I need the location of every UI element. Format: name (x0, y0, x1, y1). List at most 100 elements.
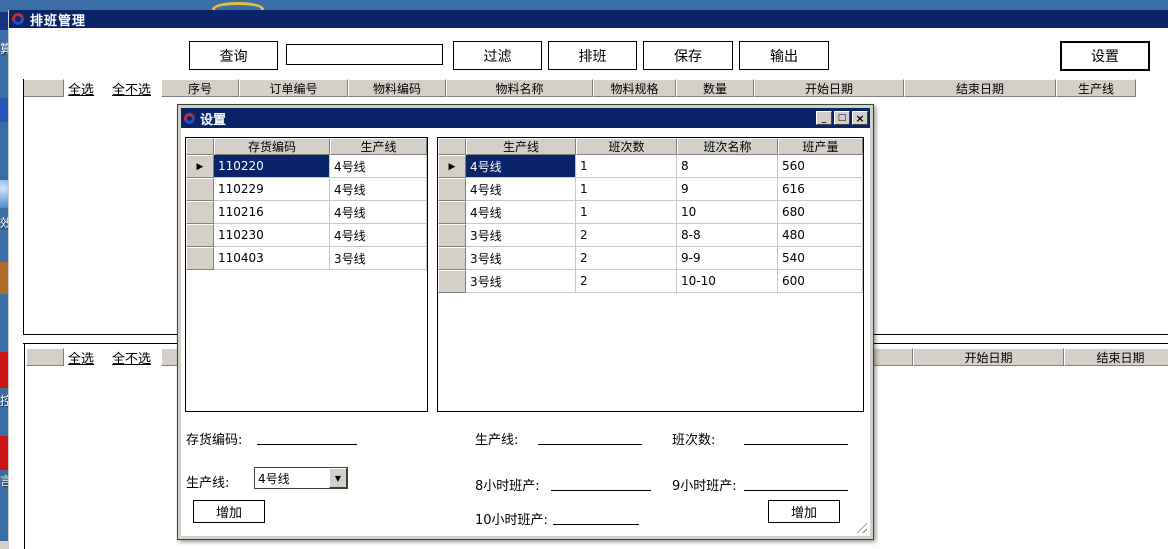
shift10-field[interactable] (553, 511, 639, 525)
close-icon[interactable]: × (852, 111, 868, 125)
inventory-line-grid: 存货编码 生产线 ▶ 110220 4号线 110229 4号线 110216 … (185, 137, 428, 412)
grid-cell[interactable]: 3号线 (466, 224, 576, 247)
grid-cell[interactable]: 480 (778, 224, 863, 247)
output-button[interactable]: 输出 (739, 41, 829, 70)
grid-cell[interactable]: 680 (778, 201, 863, 224)
table-row[interactable]: ▶ 4号线 1 8 560 (438, 155, 863, 178)
table-row[interactable]: 3号线 2 9-9 540 (438, 247, 863, 270)
row-selector-cell[interactable] (186, 224, 214, 247)
grid-cell[interactable]: 4号线 (466, 201, 576, 224)
grid-cell[interactable]: 4号线 (330, 178, 427, 201)
grid-cell[interactable]: 9-9 (677, 247, 778, 270)
query-button[interactable]: 查询 (189, 41, 278, 70)
schedule-button[interactable]: 排班 (548, 41, 637, 70)
table-row[interactable]: ▶ 110220 4号线 (186, 155, 427, 178)
table-row[interactable]: 110403 3号线 (186, 247, 427, 270)
row-selector-cell[interactable] (186, 247, 214, 270)
table-row[interactable]: 3号线 2 10-10 600 (438, 270, 863, 293)
grid-cell[interactable]: 3号线 (466, 270, 576, 293)
grid-cell[interactable]: 4号线 (330, 201, 427, 224)
row-selector-cell[interactable] (438, 224, 466, 247)
search-input[interactable] (286, 44, 443, 65)
shift8-field[interactable] (551, 477, 651, 491)
settings-dialog-titlebar[interactable]: 设置 _ □ × (181, 108, 870, 128)
grid-cell[interactable]: 110403 (214, 247, 330, 270)
table-row[interactable]: 4号线 1 10 680 (438, 201, 863, 224)
shift-count-label: 班次数: (672, 429, 715, 448)
table1-select-none-link[interactable]: 全不选 (112, 79, 151, 98)
grid-cell[interactable]: 2 (576, 247, 677, 270)
table-row[interactable]: 110230 4号线 (186, 224, 427, 247)
grid-cell[interactable]: 4号线 (330, 224, 427, 247)
grid-cell[interactable]: 110216 (214, 201, 330, 224)
shift9-field[interactable] (744, 477, 848, 491)
table1-corner-cell (23, 79, 64, 97)
table2-select-none-link[interactable]: 全不选 (112, 348, 151, 367)
grid-cell[interactable]: 110230 (214, 224, 330, 247)
grid-cell[interactable]: 2 (576, 224, 677, 247)
grid-cell[interactable]: 10-10 (677, 270, 778, 293)
shift-count-field[interactable] (744, 431, 848, 445)
production-line-select[interactable]: 4号线 ▼ (254, 467, 348, 489)
row-selector-arrow-icon[interactable]: ▶ (186, 155, 214, 178)
row-selector-cell[interactable] (438, 201, 466, 224)
grid-cell[interactable]: 1 (576, 201, 677, 224)
settings-button[interactable]: 设置 (1060, 41, 1150, 71)
grid-cell[interactable]: 4号线 (466, 155, 576, 178)
row-selector-cell[interactable] (186, 201, 214, 224)
col-production-line: 生产线 (330, 138, 427, 155)
maximize-icon[interactable]: □ (834, 111, 850, 125)
add-shift-button[interactable]: 增加 (768, 500, 840, 523)
main-window-title: 排班管理 (30, 10, 86, 29)
grid-header-row: 生产线 班次数 班次名称 班产量 (438, 138, 863, 155)
desktop-icon-fragment (212, 2, 264, 10)
combo-value: 4号线 (255, 468, 329, 488)
table2-select-all-link[interactable]: 全选 (68, 348, 94, 367)
grid-cell[interactable]: 616 (778, 178, 863, 201)
shift9-label: 9小时班产: (672, 475, 737, 494)
row-selector-cell[interactable] (438, 247, 466, 270)
grid-cell[interactable]: 1 (576, 178, 677, 201)
grid-cell[interactable]: 3号线 (330, 247, 427, 270)
inventory-code-field[interactable] (257, 431, 357, 445)
settings-dialog-body: 存货编码 生产线 ▶ 110220 4号线 110229 4号线 110216 … (181, 128, 870, 536)
row-selector-arrow-icon[interactable]: ▶ (438, 155, 466, 178)
table-row[interactable]: 4号线 1 9 616 (438, 178, 863, 201)
table-row[interactable]: 3号线 2 8-8 480 (438, 224, 863, 247)
grid-cell[interactable]: 9 (677, 178, 778, 201)
grid-cell[interactable]: 3号线 (466, 247, 576, 270)
minimize-icon[interactable]: _ (816, 111, 832, 125)
table-row[interactable]: 110216 4号线 (186, 201, 427, 224)
add-inventory-button[interactable]: 增加 (193, 500, 265, 523)
dialog-app-icon (182, 111, 197, 126)
grid-cell[interactable]: 8-8 (677, 224, 778, 247)
grid-cell[interactable]: 1 (576, 155, 677, 178)
table2-left-border (24, 343, 25, 549)
resize-grip[interactable] (854, 520, 867, 533)
row-selector-cell[interactable] (438, 178, 466, 201)
chevron-down-icon[interactable]: ▼ (329, 468, 347, 488)
grid-cell[interactable]: 4号线 (330, 155, 427, 178)
grid-cell[interactable]: 2 (576, 270, 677, 293)
table1-selection-links: 全选 全不选 (68, 79, 151, 97)
save-button[interactable]: 保存 (643, 41, 733, 70)
row-selector-cell[interactable] (186, 178, 214, 201)
table-row[interactable]: 110229 4号线 (186, 178, 427, 201)
grid-cell[interactable]: 4号线 (466, 178, 576, 201)
filter-button[interactable]: 过滤 (453, 41, 542, 70)
main-window-titlebar[interactable]: 排班管理 (9, 10, 1168, 28)
table1-select-all-link[interactable]: 全选 (68, 79, 94, 98)
grid-cell[interactable]: 110229 (214, 178, 330, 201)
grid-cell[interactable]: 600 (778, 270, 863, 293)
grid-cell[interactable]: 8 (677, 155, 778, 178)
app-icon (10, 11, 26, 27)
table2-corner-cell (26, 348, 64, 366)
grid-cell[interactable]: 560 (778, 155, 863, 178)
table1-col-mat-code: 物料编码 (348, 79, 446, 97)
grid-cell[interactable]: 110220 (214, 155, 330, 178)
grid-cell[interactable]: 540 (778, 247, 863, 270)
production-line-field[interactable] (538, 431, 642, 445)
grid-cell[interactable]: 10 (677, 201, 778, 224)
col-production-line: 生产线 (466, 138, 576, 155)
row-selector-cell[interactable] (438, 270, 466, 293)
